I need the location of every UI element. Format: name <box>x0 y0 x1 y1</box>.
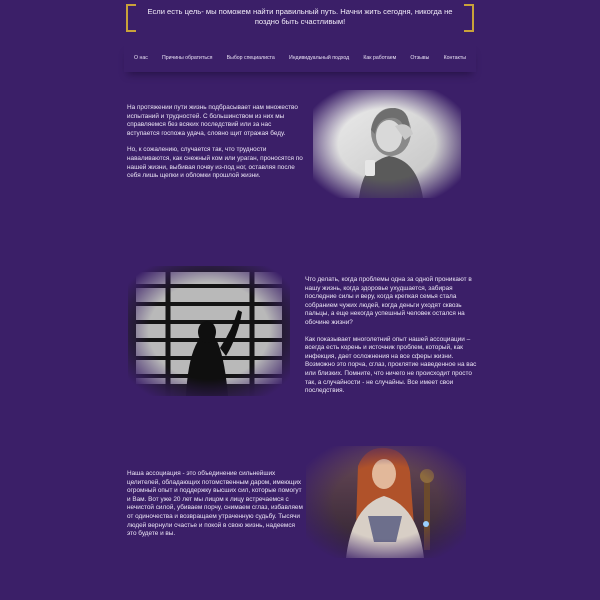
section-2-text: Что делать, когда проблемы одна за одной… <box>305 276 477 404</box>
nav-item-how-we-work[interactable]: Как работаем <box>363 55 396 61</box>
tagline: Если есть цель- мы поможем найти правиль… <box>147 7 453 26</box>
section-1-paragraph-2: Но, к сожалению, случается так, что труд… <box>127 146 303 180</box>
nav-item-approach[interactable]: Индивидуальный подход <box>289 55 349 61</box>
section-1-text: На протяжении пути жизнь подбрасывает на… <box>127 104 303 189</box>
bracket-left-decoration <box>126 4 136 32</box>
healer-woman-photo <box>306 446 466 558</box>
header-banner: Если есть цель- мы поможем найти правиль… <box>126 4 474 32</box>
nav-item-reviews[interactable]: Отзывы <box>410 55 429 61</box>
nav-item-reasons[interactable]: Причины обратиться <box>162 55 212 61</box>
nav-item-contacts[interactable]: Контакты <box>444 55 466 61</box>
girl-at-window-photo <box>128 266 290 396</box>
section-2-paragraph-1: Что делать, когда проблемы одна за одной… <box>305 276 472 326</box>
section-1-paragraph-1: На протяжении пути жизнь подбрасывает на… <box>127 104 298 137</box>
section-3-paragraph-1: Наша ассоциация - это объединение сильне… <box>127 470 303 538</box>
section-2-paragraph-2: Как показывает многолетний опыт нашей ас… <box>305 335 477 395</box>
nav-item-specialist[interactable]: Выбор специалиста <box>227 55 275 61</box>
nav-item-about[interactable]: О нас <box>134 55 148 61</box>
bracket-right-decoration <box>464 4 474 32</box>
section-3-text: Наша ассоциация - это объединение сильне… <box>127 470 303 547</box>
main-nav: О нас Причины обратиться Выбор специалис… <box>124 44 476 72</box>
stressed-woman-photo <box>313 90 461 198</box>
